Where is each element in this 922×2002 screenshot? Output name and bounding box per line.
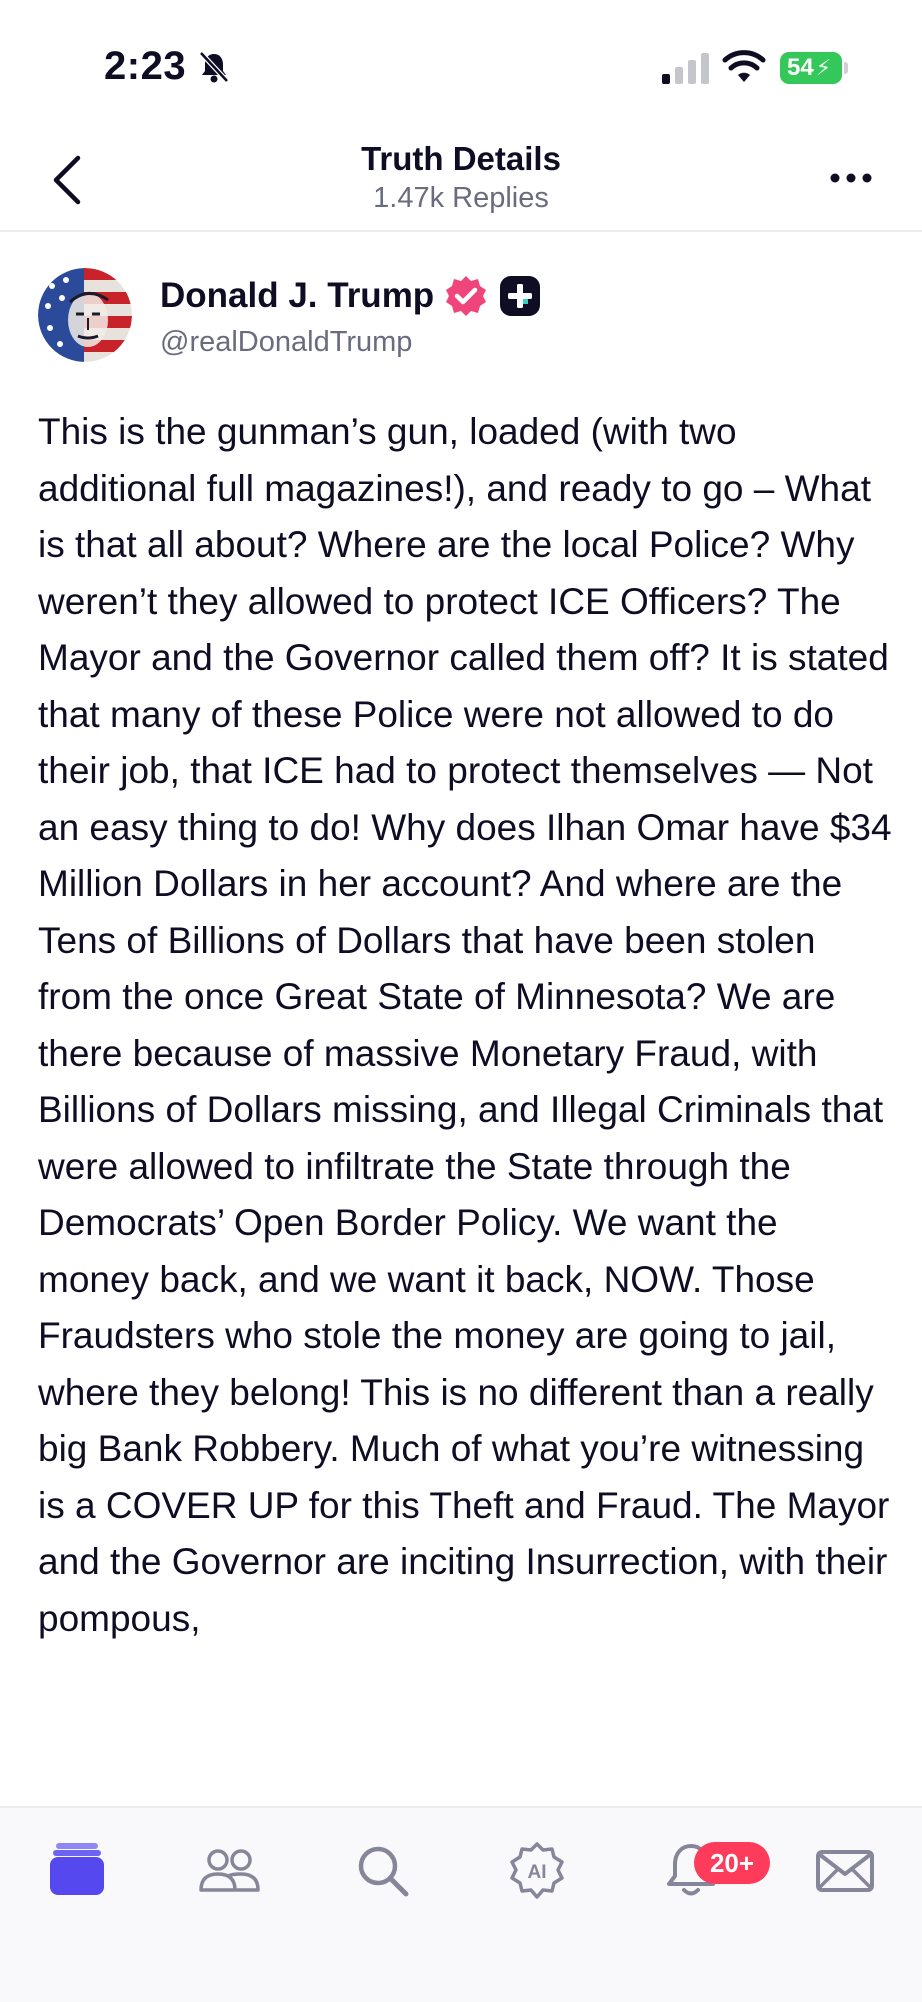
truth-plus-icon	[500, 276, 541, 316]
status-bar: 2:23 54 ⚡	[0, 0, 922, 130]
groups-icon[interactable]	[198, 1840, 260, 1902]
author-name[interactable]: Donald J. Trump	[160, 276, 434, 316]
author-handle[interactable]: @realDonaldTrump	[160, 326, 412, 359]
author-row: Donald J. Trump	[160, 274, 542, 318]
wifi-icon	[722, 50, 766, 82]
avatar[interactable]	[38, 268, 132, 362]
battery-nub	[844, 62, 848, 74]
svg-text:AI: AI	[528, 1862, 547, 1883]
bottom-tab-bar: AI 20+	[0, 1806, 922, 2002]
more-options-icon[interactable]	[828, 166, 874, 190]
ai-icon[interactable]: AI	[506, 1840, 568, 1902]
bell-slash-icon	[199, 51, 229, 83]
page-title: Truth Details	[361, 140, 561, 177]
battery-charging-icon: 54 ⚡	[780, 52, 842, 84]
search-icon[interactable]	[352, 1840, 414, 1902]
post-body-text: This is the gunman’s gun, loaded (with t…	[38, 411, 892, 1639]
messages-envelope-icon[interactable]	[814, 1840, 876, 1902]
nav-header: Truth Details 1.47k Replies	[0, 130, 922, 232]
battery-level: 54	[787, 54, 814, 81]
post: Donald J. Trump @realDonaldTrump This is…	[0, 232, 922, 1806]
notification-badge: 20+	[694, 1842, 770, 1884]
feed-icon[interactable]	[46, 1840, 108, 1902]
replies-count: 1.47k Replies	[373, 182, 549, 214]
cellular-signal-icon	[662, 53, 709, 84]
status-time: 2:23	[104, 44, 187, 88]
verified-check-icon	[446, 276, 487, 316]
